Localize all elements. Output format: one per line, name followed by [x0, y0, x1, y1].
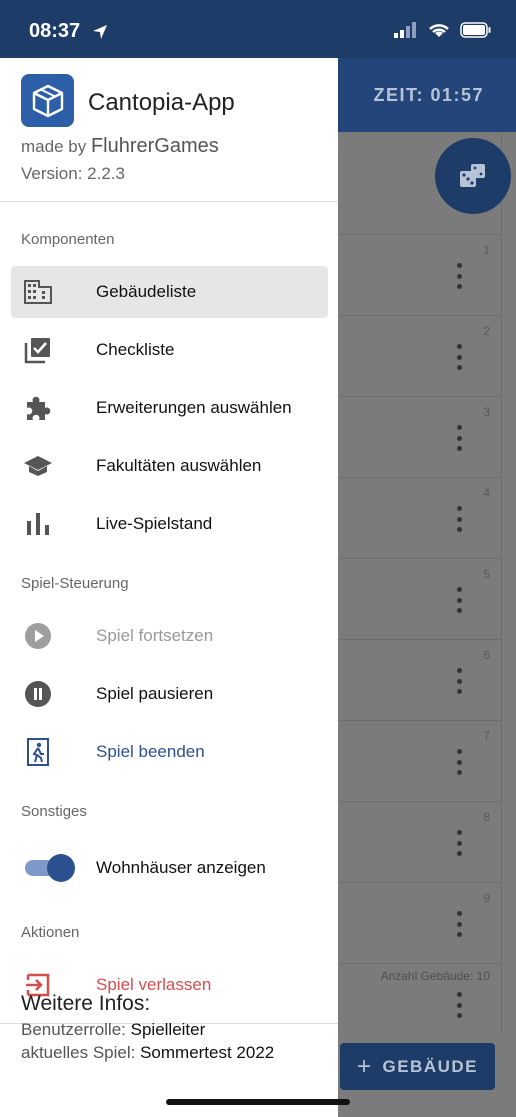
plus-icon: +	[356, 1052, 373, 1080]
more-vert-icon[interactable]	[456, 263, 462, 289]
bar-chart-icon	[23, 509, 53, 539]
menu-item-wohnhaeuser[interactable]: Wohnhäuser anzeigen	[11, 842, 328, 894]
more-vert-icon[interactable]	[456, 506, 462, 532]
role-value: Spielleiter	[130, 1020, 206, 1039]
row-number: 3	[483, 405, 490, 419]
add-building-button[interactable]: + GEBÄUDE	[340, 1043, 495, 1090]
section-komponenten: Komponenten	[21, 231, 115, 248]
row-number: 5	[483, 567, 490, 581]
menu-label: Spiel pausieren	[96, 684, 214, 703]
more-vert-icon[interactable]	[456, 668, 462, 694]
list-item[interactable]: 3	[330, 396, 502, 477]
building-count: Anzahl Gebäude: 10	[380, 969, 490, 983]
more-vert-icon[interactable]	[456, 425, 462, 451]
more-vert-icon[interactable]	[456, 749, 462, 775]
game-value: Sommertest 2022	[140, 1043, 275, 1062]
info-title: Weitere Infos:	[21, 992, 151, 1015]
developer-name: FluhrerGames	[90, 135, 219, 157]
section-spiel-steuerung: Spiel-Steuerung	[21, 575, 129, 592]
home-indicator	[166, 1099, 350, 1105]
more-vert-icon[interactable]	[456, 830, 462, 856]
list-item[interactable]: 8	[330, 801, 502, 882]
cube-icon	[32, 84, 63, 117]
row-number: 2	[483, 324, 490, 338]
more-vert-icon[interactable]	[456, 992, 462, 1018]
row-number: 9	[483, 891, 490, 905]
row-number: 1	[483, 243, 490, 257]
menu-label: Live-Spielstand	[96, 514, 213, 533]
menu-item-gebaeudeliste[interactable]: Gebäudeliste	[11, 266, 328, 318]
info-game: aktuelles Spiel: Sommertest 2022	[21, 1043, 274, 1063]
menu-item-spiel-pausieren[interactable]: Spiel pausieren	[11, 668, 328, 720]
dice-button[interactable]	[435, 138, 511, 214]
more-vert-icon[interactable]	[456, 911, 462, 937]
menu-item-fakultaeten[interactable]: Fakultäten auswählen	[11, 440, 328, 492]
location-arrow-icon	[93, 25, 107, 39]
list-item[interactable]: 9	[330, 882, 502, 963]
status-bar: 08:37	[0, 0, 516, 58]
menu-label: Spiel beenden	[96, 742, 205, 761]
more-vert-icon[interactable]	[456, 587, 462, 613]
graduation-cap-icon	[23, 451, 53, 481]
menu-label: Wohnhäuser anzeigen	[96, 858, 266, 877]
list-item[interactable]: 6	[330, 639, 502, 720]
menu-item-live-spielstand[interactable]: Live-Spielstand	[11, 498, 328, 550]
list-item[interactable]: 4	[330, 477, 502, 558]
checklist-icon	[23, 335, 53, 365]
menu-label: Erweiterungen auswählen	[96, 398, 292, 417]
menu-item-erweiterungen[interactable]: Erweiterungen auswählen	[11, 382, 328, 434]
made-by-prefix: made by	[21, 137, 87, 156]
list-item[interactable]: 5	[330, 558, 502, 639]
row-number: 6	[483, 648, 490, 662]
add-building-label: GEBÄUDE	[382, 1056, 479, 1076]
drawer-header: Cantopia-App made by FluhrerGames Versio…	[0, 58, 338, 202]
menu-item-spiel-beenden[interactable]: Spiel beenden	[11, 726, 328, 778]
menu-item-spiel-fortsetzen: Spiel fortsetzen	[11, 610, 328, 662]
menu-item-checkliste[interactable]: Checkliste	[11, 324, 328, 376]
signal-icon	[394, 22, 416, 38]
app-version: Version: 2.2.3	[21, 164, 125, 183]
timer-display: ZEIT: 01:57	[373, 85, 484, 105]
wifi-icon	[429, 24, 449, 37]
app-logo	[21, 74, 74, 127]
navigation-drawer: Cantopia-App made by FluhrerGames Versio…	[0, 58, 338, 1117]
list-item[interactable]: 1	[330, 234, 502, 315]
building-icon	[23, 277, 53, 307]
exit-door-icon	[23, 737, 53, 767]
made-by: made by FluhrerGames	[21, 135, 219, 158]
row-number: 4	[483, 486, 490, 500]
section-aktionen: Aktionen	[21, 924, 80, 941]
game-label: aktuelles Spiel:	[21, 1043, 136, 1062]
status-time: 08:37	[29, 20, 81, 42]
menu-label: Gebäudeliste	[96, 282, 197, 301]
play-circle-icon	[23, 621, 53, 651]
section-sonstiges: Sonstiges	[21, 803, 87, 820]
battery-icon	[460, 22, 491, 38]
more-vert-icon[interactable]	[456, 344, 462, 370]
puzzle-icon	[23, 393, 53, 423]
list-item[interactable]: 2	[330, 315, 502, 396]
row-number: 8	[483, 810, 490, 824]
wohnhaeuser-toggle[interactable]	[23, 853, 77, 883]
pause-circle-icon	[23, 679, 53, 709]
dice-icon	[460, 164, 485, 187]
row-number: 7	[483, 729, 490, 743]
list-item[interactable]: 7	[330, 720, 502, 801]
menu-label: Fakultäten auswählen	[96, 456, 262, 475]
role-label: Benutzerrolle:	[21, 1020, 126, 1039]
menu-label: Checkliste	[96, 340, 175, 359]
app-title: Cantopia-App	[88, 89, 235, 116]
menu-label: Spiel fortsetzen	[96, 626, 214, 645]
info-role: Benutzerrolle: Spielleiter	[21, 1020, 205, 1040]
